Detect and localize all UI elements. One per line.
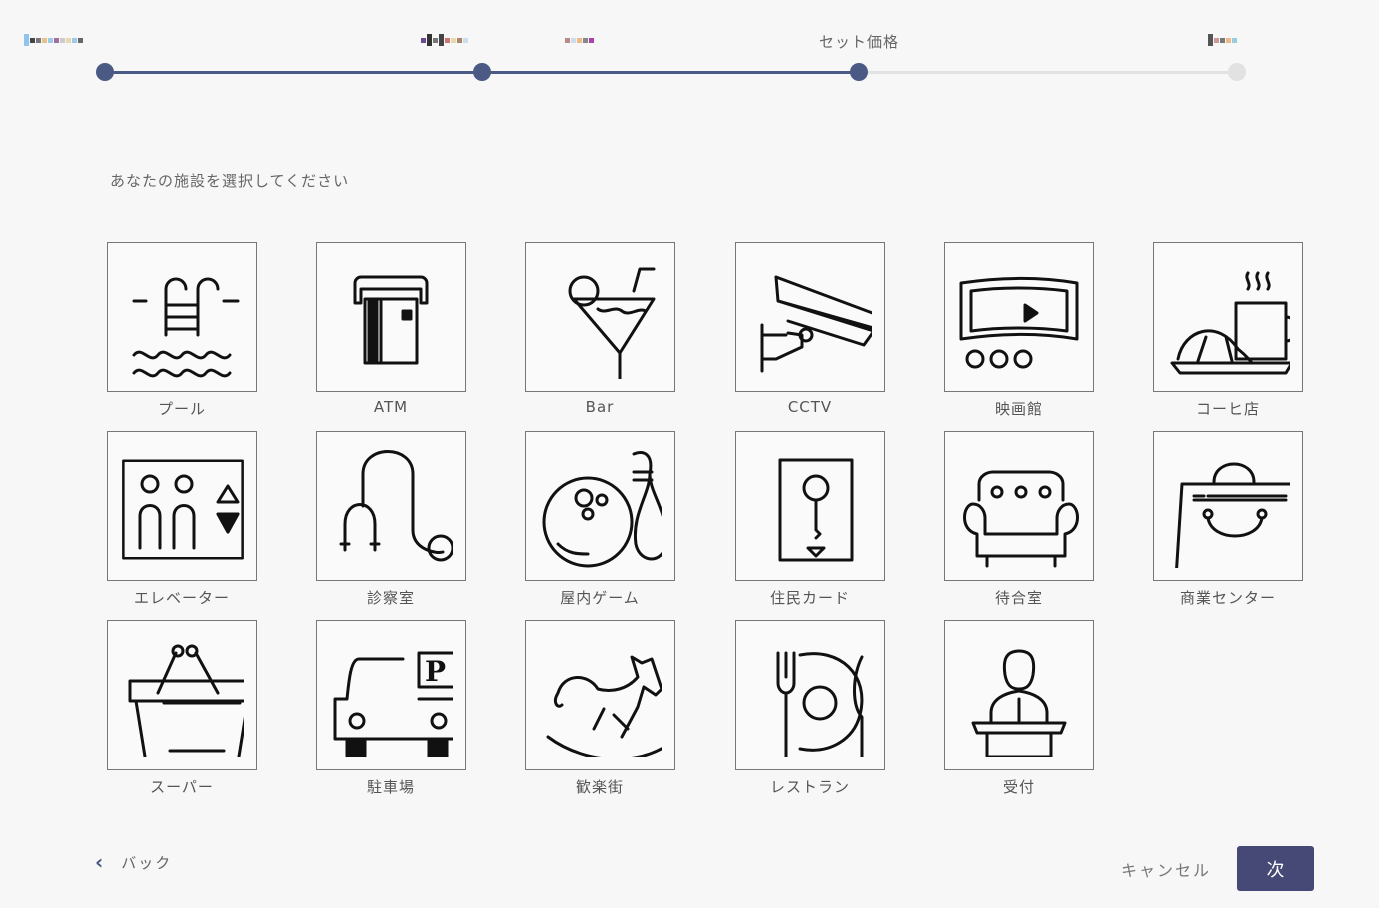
step-3-label: セット価格 [819,33,900,51]
facility-label: 映画館 [994,400,1043,418]
facility-label: プール [157,400,206,418]
key-card-icon [778,458,854,562]
chevron-left-icon: ‹ [95,850,106,874]
shopping-bag-icon [1175,462,1290,568]
back-button[interactable]: ‹ バック [95,850,172,874]
atm-icon [353,275,429,365]
coffee-croissant-icon [1170,271,1290,375]
facility-label: 商業センター [1179,589,1276,607]
facility-clinic[interactable]: 診察室 [316,431,466,608]
pool-icon [132,277,240,378]
facility-label: レストラン [769,778,850,796]
facility-label: 診察室 [366,589,415,607]
cctv-camera-icon [760,275,872,373]
facility-coffee-shop[interactable]: コーヒ店 [1153,242,1303,419]
progress-track-pending [860,71,1238,74]
cancel-button[interactable]: キャンセル [1121,857,1211,881]
facility-indoor-games[interactable]: 屋内ゲーム [525,431,675,608]
elevator-icon [122,459,244,560]
reception-desk-icon [971,649,1067,757]
stethoscope-icon [339,450,453,562]
facility-parking[interactable]: P 駐車場 [316,620,466,797]
cocktail-icon [568,267,656,379]
cinema-screen-icon [959,277,1079,369]
facility-label: 受付 [1002,778,1035,796]
facility-label: ATM [373,398,409,416]
step-3-dot[interactable] [850,63,868,81]
facility-elevator[interactable]: エレベーター [107,431,257,608]
back-label: バック [121,853,173,872]
facility-label: 住民カード [769,589,850,607]
next-button[interactable]: 次 [1237,846,1314,891]
bowling-icon [542,451,662,568]
facility-label: 待合室 [994,589,1043,607]
step-1-label-obscured [24,32,83,48]
step-2-dot[interactable] [473,63,491,81]
facility-waiting-room[interactable]: 待合室 [944,431,1094,608]
facility-pool[interactable]: プール [107,242,257,419]
sofa-icon [963,470,1079,568]
facility-label: エレベーター [133,589,230,607]
facility-cctv[interactable]: CCTV [735,242,885,416]
facility-shopping-center[interactable]: 商業センター [1153,431,1303,608]
facility-supermarket[interactable]: スーパー [107,620,257,797]
facility-label: CCTV [787,398,833,416]
facility-resident-card[interactable]: 住民カード [735,431,885,608]
facility-entertainment[interactable]: 歓楽街 [525,620,675,797]
facility-label: 屋内ゲーム [560,589,640,607]
restaurant-plate-icon [776,651,864,757]
parking-car-icon: P [333,651,453,757]
facility-restaurant[interactable]: レストラン [735,620,885,797]
facility-label: コーヒ店 [1195,400,1260,418]
step-2b-label-obscured [565,32,594,48]
facility-label: 歓楽街 [575,778,624,796]
facility-cinema[interactable]: 映画館 [944,242,1094,419]
facility-prompt: あなたの施設を選択してください [110,172,350,190]
facility-atm[interactable]: ATM [316,242,466,416]
facility-label: スーパー [150,778,214,796]
step-4-label-obscured [1208,32,1237,48]
svg-text:P: P [425,655,446,688]
rocking-horse-icon [546,655,662,757]
facility-label: 駐車場 [366,778,415,796]
step-4-dot [1228,63,1246,81]
facility-reception[interactable]: 受付 [944,620,1094,797]
facility-bar[interactable]: Bar [525,242,675,416]
basket-icon [128,644,244,757]
step-1-dot[interactable] [96,63,114,81]
step-2-label-obscured [421,32,468,48]
facility-label: Bar [585,398,615,416]
